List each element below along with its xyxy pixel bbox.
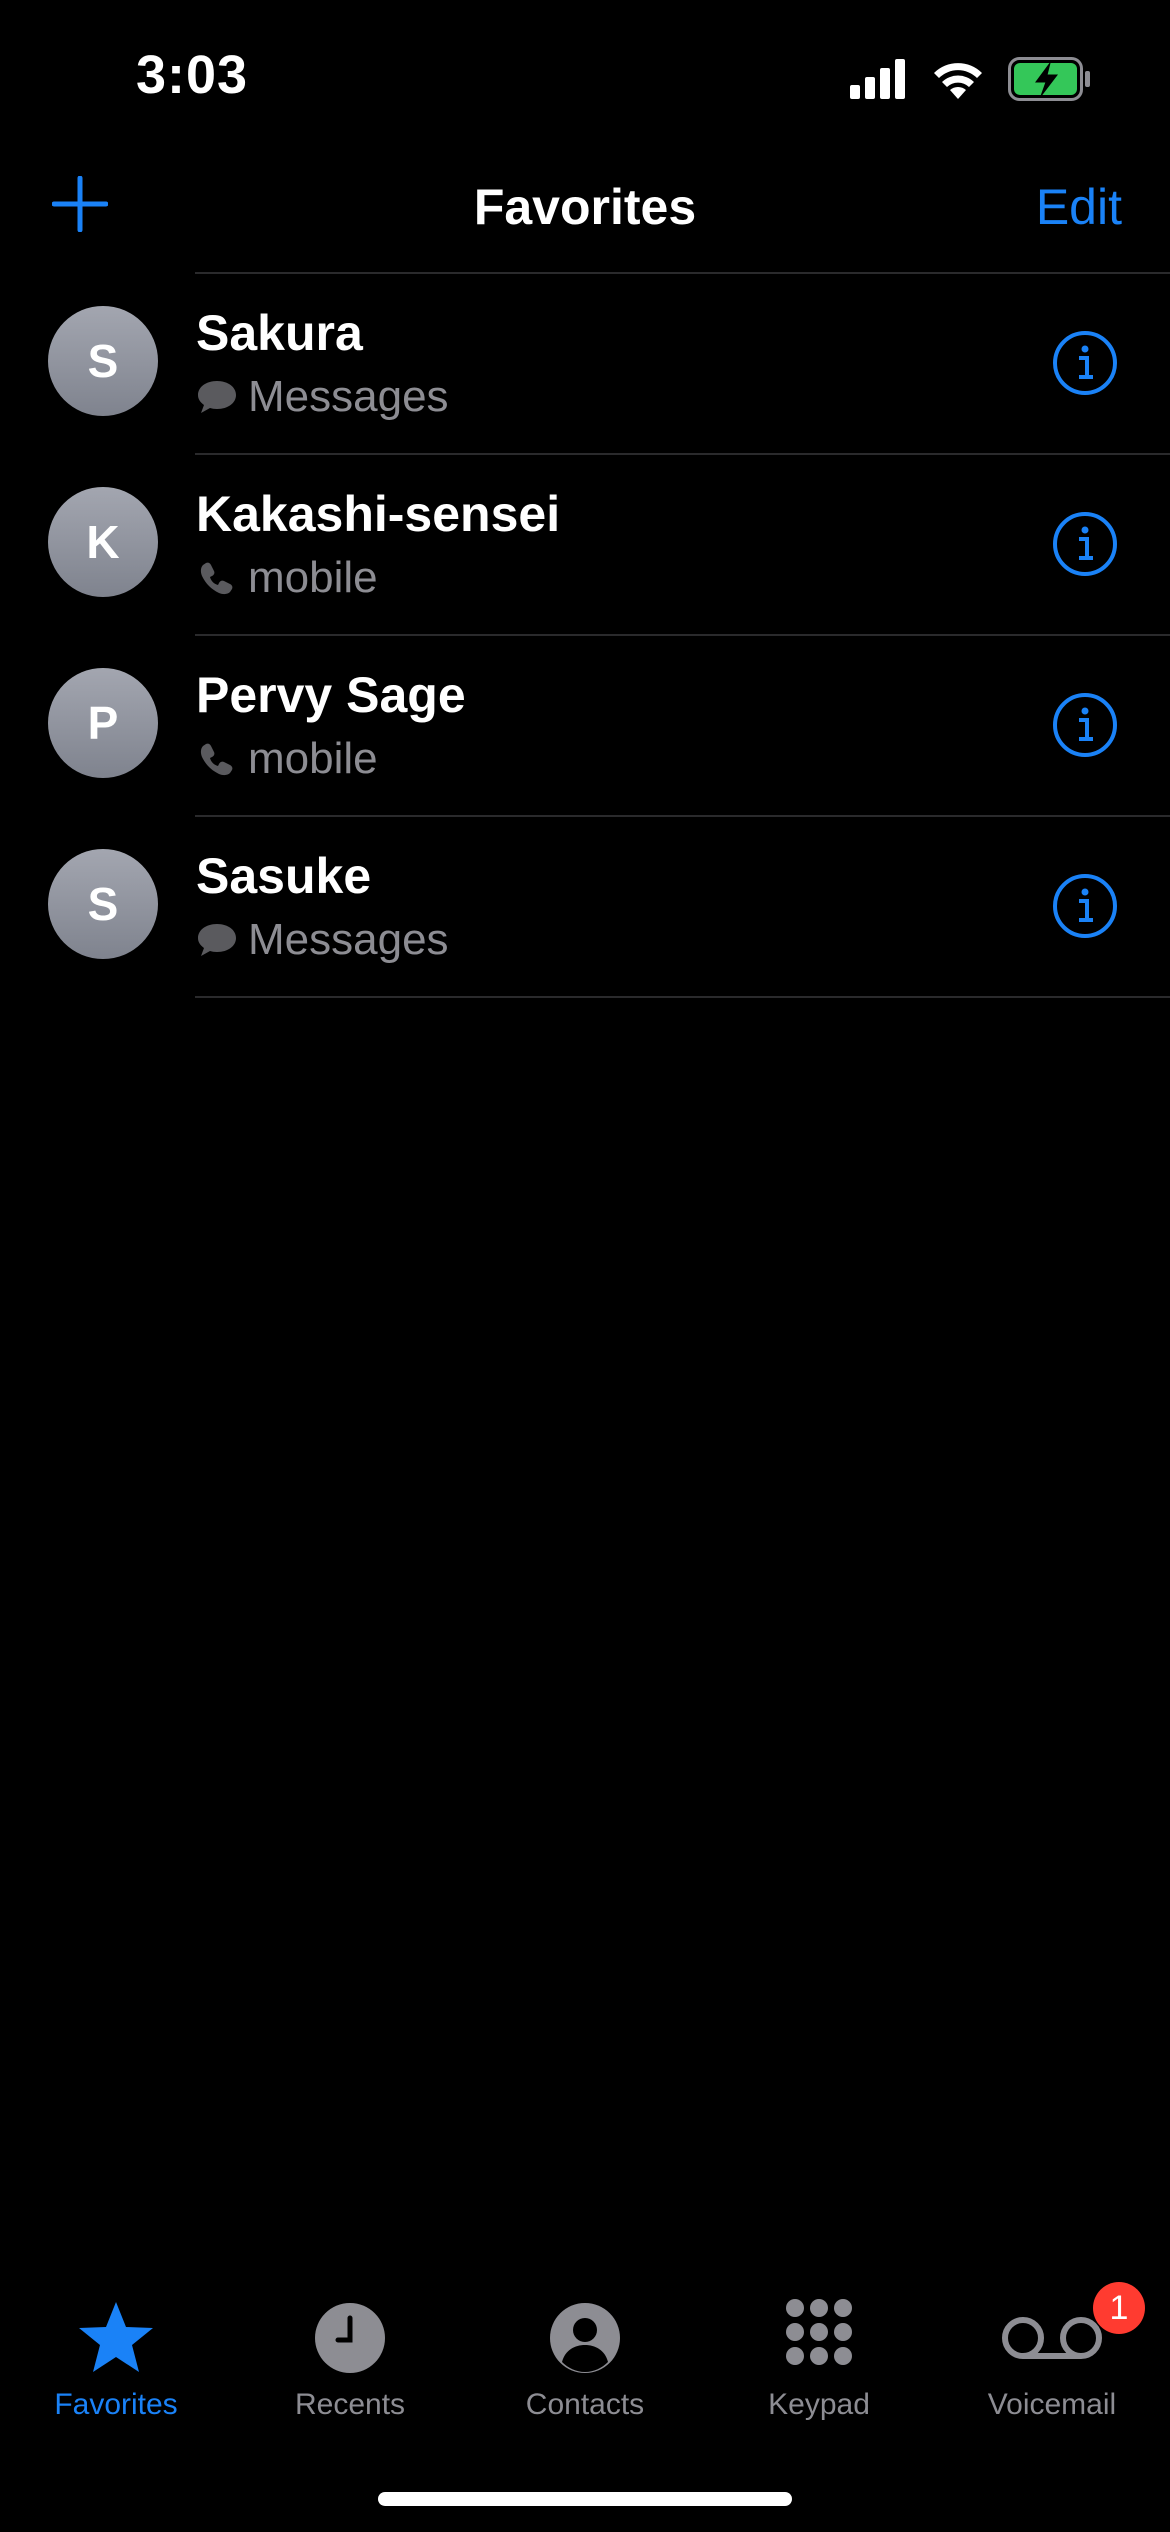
favorite-row-sasuke[interactable]: S Sasuke Messages: [0, 817, 1170, 998]
person-icon: [550, 2303, 620, 2373]
clock-icon: [315, 2303, 385, 2373]
contact-type: mobile: [196, 553, 378, 603]
edit-button[interactable]: Edit: [1036, 178, 1122, 236]
contact-name: Kakashi-sensei: [196, 486, 561, 542]
tab-label: Contacts: [525, 2388, 645, 2421]
favorites-list: S Sakura Messages K Kakashi-sensei mobil…: [0, 274, 1170, 998]
contact-type: Messages: [196, 915, 449, 965]
message-bubble-icon: [196, 922, 238, 958]
contact-type: mobile: [196, 734, 378, 784]
tab-keypad[interactable]: Keypad: [719, 2282, 919, 2432]
avatar: K: [48, 487, 158, 597]
contact-name: Sakura: [196, 305, 363, 361]
info-button[interactable]: [1052, 330, 1118, 396]
phone-icon: [196, 741, 238, 777]
avatar: S: [48, 849, 158, 959]
favorite-row-kakashi-sensei[interactable]: K Kakashi-sensei mobile: [0, 455, 1170, 636]
tab-label: Voicemail: [987, 2388, 1117, 2421]
info-button[interactable]: [1052, 511, 1118, 577]
page-title: Favorites: [473, 179, 697, 235]
battery-charging-icon: [1008, 57, 1090, 101]
tab-contacts[interactable]: Contacts: [485, 2282, 685, 2432]
info-button[interactable]: [1052, 873, 1118, 939]
favorite-row-sakura[interactable]: S Sakura Messages: [0, 274, 1170, 455]
tab-label: Keypad: [768, 2388, 870, 2421]
phone-favorites-screen: 3:03 Favorites Edit S Sakura Messages K …: [0, 0, 1170, 2532]
keypad-icon: [786, 2299, 852, 2365]
tab-label: Recents: [294, 2388, 406, 2421]
tab-voicemail[interactable]: 1 Voicemail: [952, 2282, 1152, 2432]
status-time: 3:03: [136, 45, 249, 105]
status-bar: 3:03: [0, 0, 1170, 150]
tab-bar: Favorites Recents Contacts Keypad 1 Voic…: [0, 2282, 1170, 2442]
info-button[interactable]: [1052, 692, 1118, 758]
row-divider: [195, 996, 1170, 998]
favorite-row-pervy-sage[interactable]: P Pervy Sage mobile: [0, 636, 1170, 817]
cellular-signal-icon: [850, 59, 905, 99]
home-indicator[interactable]: [378, 2492, 792, 2506]
status-icons: [850, 56, 1092, 102]
tab-label: Favorites: [54, 2388, 178, 2421]
wifi-icon: [934, 63, 982, 99]
contact-type-label: Messages: [248, 372, 449, 421]
voicemail-badge: 1: [1093, 2282, 1145, 2334]
contact-type-label: mobile: [248, 553, 378, 602]
tab-favorites[interactable]: Favorites: [16, 2282, 216, 2432]
message-bubble-icon: [196, 379, 238, 415]
voicemail-icon: [1002, 2317, 1102, 2359]
contact-type: Messages: [196, 372, 449, 422]
contact-type-label: mobile: [248, 734, 378, 783]
contact-name: Pervy Sage: [196, 667, 466, 723]
contact-type-label: Messages: [248, 915, 449, 964]
avatar: S: [48, 306, 158, 416]
star-icon: [79, 2302, 153, 2372]
contact-name: Sasuke: [196, 848, 372, 904]
tab-recents[interactable]: Recents: [250, 2282, 450, 2432]
avatar: P: [48, 668, 158, 778]
phone-icon: [196, 560, 238, 596]
